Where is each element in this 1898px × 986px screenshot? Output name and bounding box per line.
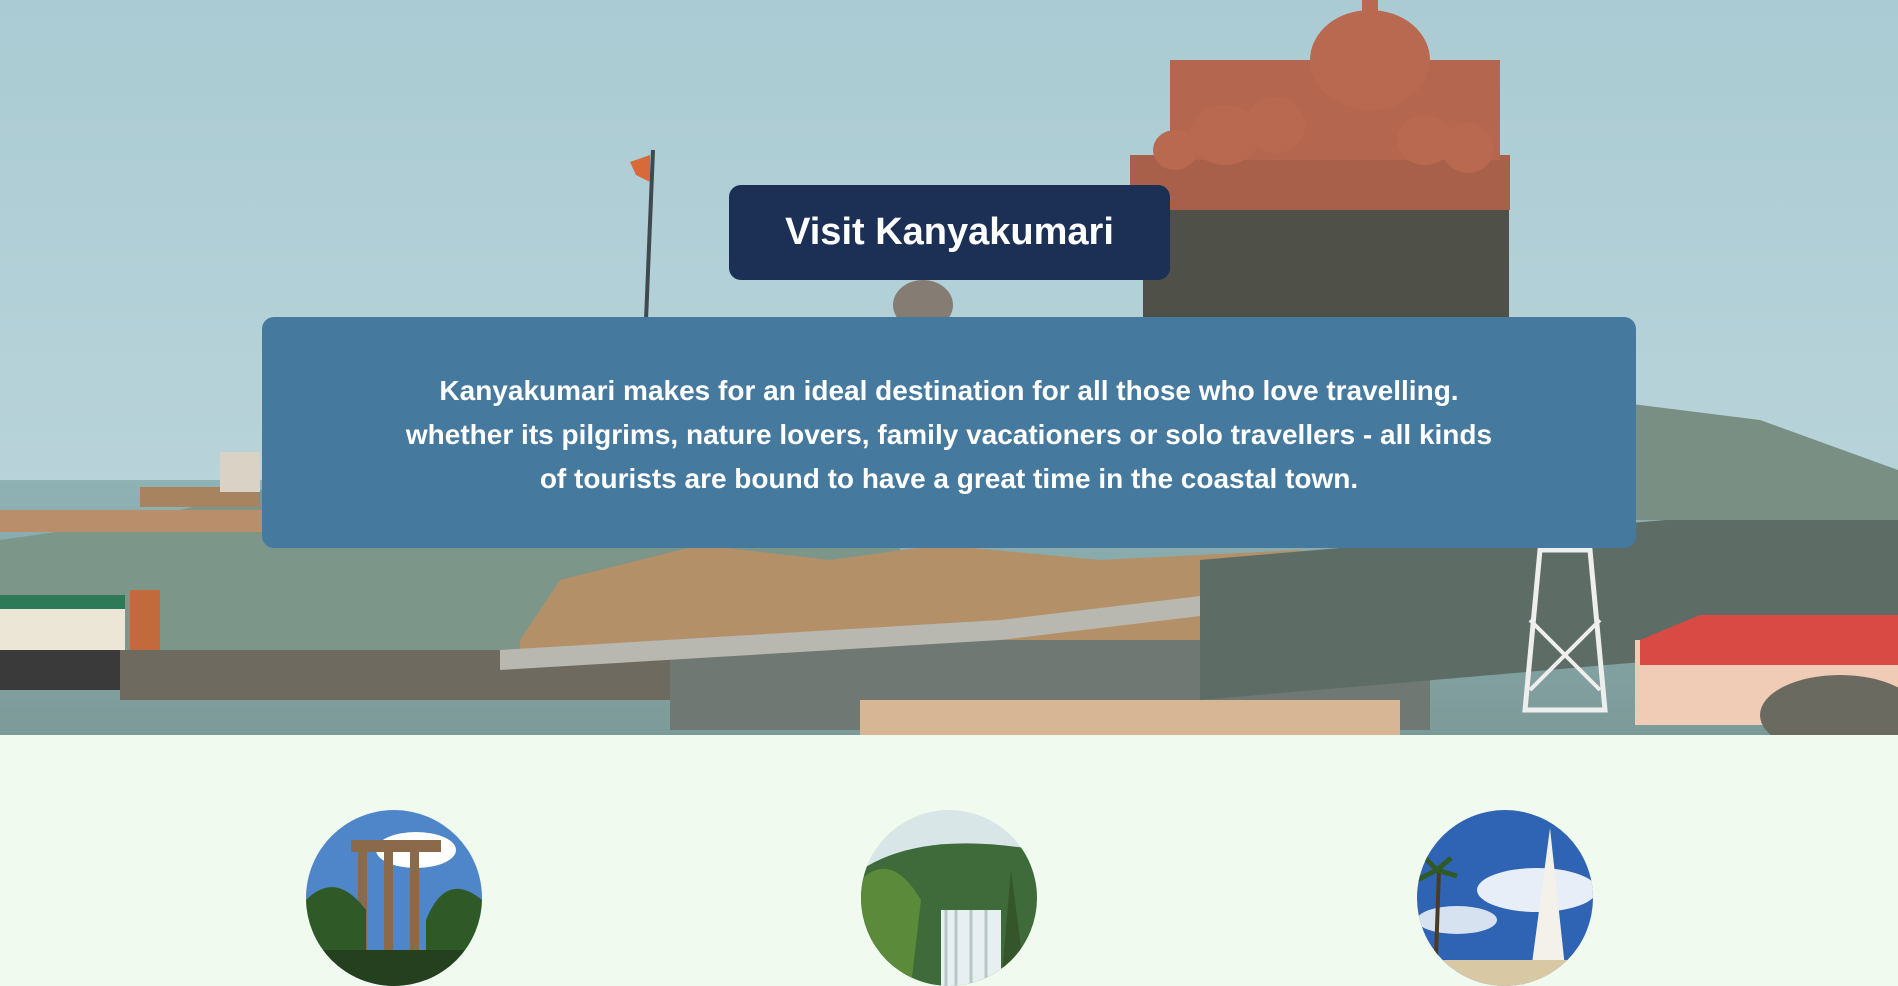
- page-title: Visit Kanyakumari: [729, 185, 1170, 280]
- attraction-photo-waterfall[interactable]: [861, 810, 1037, 986]
- intro-description: Kanyakumari makes for an ideal destinati…: [262, 317, 1636, 548]
- intro-line: Kanyakumari makes for an ideal destinati…: [439, 375, 1459, 406]
- attraction-photo-pillars[interactable]: [306, 810, 482, 986]
- attraction-photo-beach[interactable]: [1417, 810, 1593, 986]
- intro-line: whether its pilgrims, nature lovers, fam…: [405, 419, 1493, 450]
- hero-banner: Visit Kanyakumari Kanyakumari makes for …: [0, 0, 1898, 735]
- beach-sculpture-icon: [1417, 810, 1593, 986]
- palm-trees-pillars-icon: [306, 810, 482, 986]
- intro-line: of tourists are bound to have a great ti…: [539, 463, 1359, 494]
- waterfall-icon: [861, 810, 1037, 986]
